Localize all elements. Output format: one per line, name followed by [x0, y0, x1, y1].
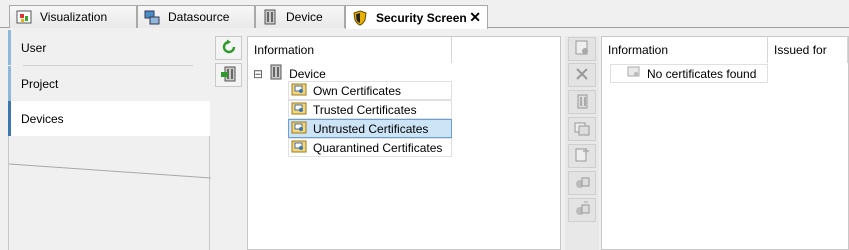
tree-node-label: Own Certificates	[313, 83, 402, 98]
certificate-list: Information Issued for No certificates f…	[601, 36, 849, 250]
nav-panel-body	[8, 136, 211, 250]
nav-item-label: Devices	[21, 111, 64, 126]
tree-node-quarantined-certificates[interactable]: Quarantined Certificates	[288, 138, 452, 157]
certificate-install-icon	[574, 174, 590, 193]
device-icon	[269, 64, 283, 83]
certificate-store-tree: Information ⊟ Device Own Certificates Tr…	[247, 36, 561, 250]
nav-item-user[interactable]: User	[8, 30, 210, 65]
tab-label: Device	[286, 10, 323, 24]
certificate-view-icon	[574, 120, 590, 139]
tab-visualization[interactable]: Visualization	[9, 5, 137, 28]
close-icon[interactable]: ✕	[469, 9, 481, 26]
tree-node-own-certificates[interactable]: Own Certificates	[288, 81, 452, 100]
datasource-icon	[144, 9, 160, 25]
editor-tab-bar: Visualization Datasource Device Security…	[0, 0, 849, 29]
refresh-icon	[221, 39, 237, 58]
nav-item-label: User	[21, 40, 47, 55]
list-column-header-information[interactable]: Information	[602, 37, 768, 63]
device-add-icon	[220, 66, 237, 85]
export-certificate-button[interactable]	[568, 90, 596, 114]
create-certificate-button[interactable]	[568, 144, 596, 168]
import-certificate-button[interactable]	[568, 37, 596, 61]
empty-message: No certificates found	[647, 66, 757, 81]
delete-icon	[574, 66, 590, 85]
certificate-folder-icon	[291, 101, 307, 118]
column-header-label: Information	[254, 43, 315, 57]
view-certificate-button[interactable]	[568, 117, 596, 141]
security-shield-icon	[352, 9, 368, 26]
certificate-folder-icon	[291, 82, 307, 99]
column-header-label: Information	[608, 43, 669, 57]
tree-toolbar	[212, 36, 246, 250]
certificate-new-icon	[574, 147, 590, 166]
tab-security-screen[interactable]: Security Screen ✕	[345, 5, 488, 29]
list-column-header-issued-for[interactable]: Issued for	[768, 37, 848, 63]
certificate-folder-icon	[291, 139, 307, 156]
tree-node-untrusted-certificates[interactable]: Untrusted Certificates	[288, 119, 452, 138]
remove-certificate-button[interactable]	[568, 198, 596, 222]
certificate-remove-icon	[574, 201, 590, 220]
visualization-icon	[16, 9, 32, 25]
tree-node-label: Untrusted Certificates	[313, 121, 429, 136]
tree-node-label: Trusted Certificates	[313, 102, 417, 117]
tab-device[interactable]: Device	[255, 5, 345, 28]
device-icon	[262, 9, 278, 25]
column-header-label: Issued for	[774, 43, 827, 57]
tab-label: Security Screen	[376, 10, 467, 25]
add-device-button[interactable]	[215, 63, 242, 87]
tree-column-header[interactable]: Information	[248, 37, 452, 63]
device-export-icon	[574, 93, 590, 112]
security-category-nav: User Project Devices	[8, 30, 211, 250]
nav-item-label: Project	[21, 76, 59, 91]
certificate-action-toolbar	[565, 36, 599, 250]
empty-list-row: No certificates found	[610, 64, 768, 83]
tab-datasource[interactable]: Datasource	[137, 5, 255, 28]
nav-item-devices[interactable]: Devices	[8, 101, 210, 136]
nav-item-project[interactable]: Project	[8, 66, 210, 101]
install-certificate-button[interactable]	[568, 171, 596, 195]
delete-certificate-button[interactable]	[568, 63, 596, 87]
refresh-button[interactable]	[215, 36, 242, 60]
tree-column-header-empty	[452, 37, 560, 63]
certificate-icon	[627, 66, 641, 81]
certificate-folder-icon	[291, 120, 307, 137]
tree-node-label: Quarantined Certificates	[313, 140, 443, 155]
tab-label: Visualization	[40, 10, 108, 24]
tree-node-trusted-certificates[interactable]: Trusted Certificates	[288, 100, 452, 119]
certificate-import-icon	[574, 40, 590, 59]
tab-label: Datasource	[168, 10, 230, 24]
collapse-toggle-icon[interactable]: ⊟	[253, 67, 263, 81]
tree-node-label: Device	[289, 66, 326, 81]
